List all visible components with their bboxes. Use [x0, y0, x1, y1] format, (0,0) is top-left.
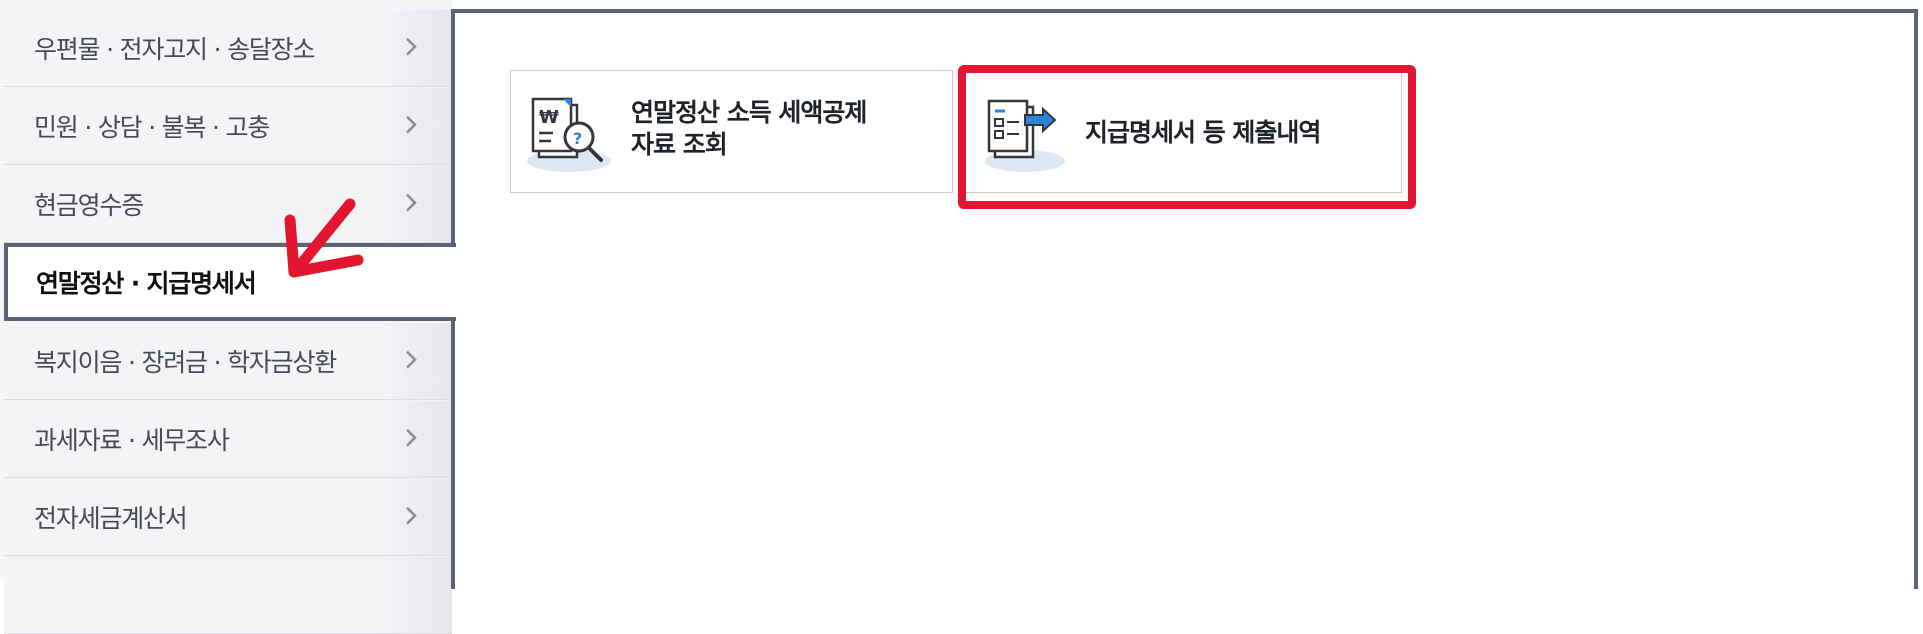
sidebar-item-next[interactable] [4, 557, 452, 634]
sidebar-item-label: 전자세금계산서 [34, 504, 188, 533]
sidebar-item-welfare[interactable]: 복지이음 · 장려금 · 학자금상환 [4, 323, 452, 400]
sidebar-item-civil-complaint[interactable]: 민원 · 상담 · 불복 · 고충 [4, 88, 452, 165]
sidebar-item-label: 우편물 · 전자고지 · 송달장소 [34, 35, 315, 64]
chevron-right-icon [406, 115, 417, 134]
sidebar-item-mail-notice[interactable]: 우편물 · 전자고지 · 송달장소 [4, 10, 452, 87]
sidebar-menu: 우편물 · 전자고지 · 송달장소 민원 · 상담 · 불복 · 고충 현금영수… [0, 0, 456, 634]
sidebar-item-label: 현금영수증 [34, 191, 144, 220]
highlight-box [958, 65, 1416, 209]
sidebar-item-label: 민원 · 상담 · 불복 · 고충 [34, 113, 270, 142]
card-title-line2: 자료 조회 [631, 130, 728, 159]
chevron-right-icon [406, 193, 417, 212]
card-title-line1: 연말정산 소득 세액공제 [631, 98, 867, 127]
annotation-arrow-icon [284, 198, 364, 278]
document-search-icon: ₩ ? [527, 97, 611, 172]
sidebar-item-label: 과세자료 · 세무조사 [34, 426, 230, 455]
sidebar-item-e-tax-invoice[interactable]: 전자세금계산서 [4, 479, 452, 556]
main-panel: ₩ ? 연말정산 소득 세액공제 자료 조회 지급명세서 등 제출내역 [451, 9, 1918, 589]
sidebar-item-year-end-settlement[interactable]: 연말정산 · 지급명세서 [4, 243, 456, 321]
chevron-right-icon [406, 506, 417, 525]
chevron-right-icon [406, 37, 417, 56]
chevron-right-icon [406, 350, 417, 369]
svg-text:?: ? [573, 129, 582, 148]
card-year-end-deduction-lookup[interactable]: ₩ ? 연말정산 소득 세액공제 자료 조회 [510, 70, 953, 193]
sidebar-item-label: 연말정산 · 지급명세서 [36, 269, 257, 298]
sidebar-item-tax-data[interactable]: 과세자료 · 세무조사 [4, 401, 452, 478]
svg-text:₩: ₩ [539, 107, 559, 128]
sidebar-item-cash-receipt[interactable]: 현금영수증 [4, 166, 452, 243]
sidebar-item-label: 복지이음 · 장려금 · 학자금상환 [34, 348, 337, 377]
chevron-right-icon [406, 428, 417, 447]
